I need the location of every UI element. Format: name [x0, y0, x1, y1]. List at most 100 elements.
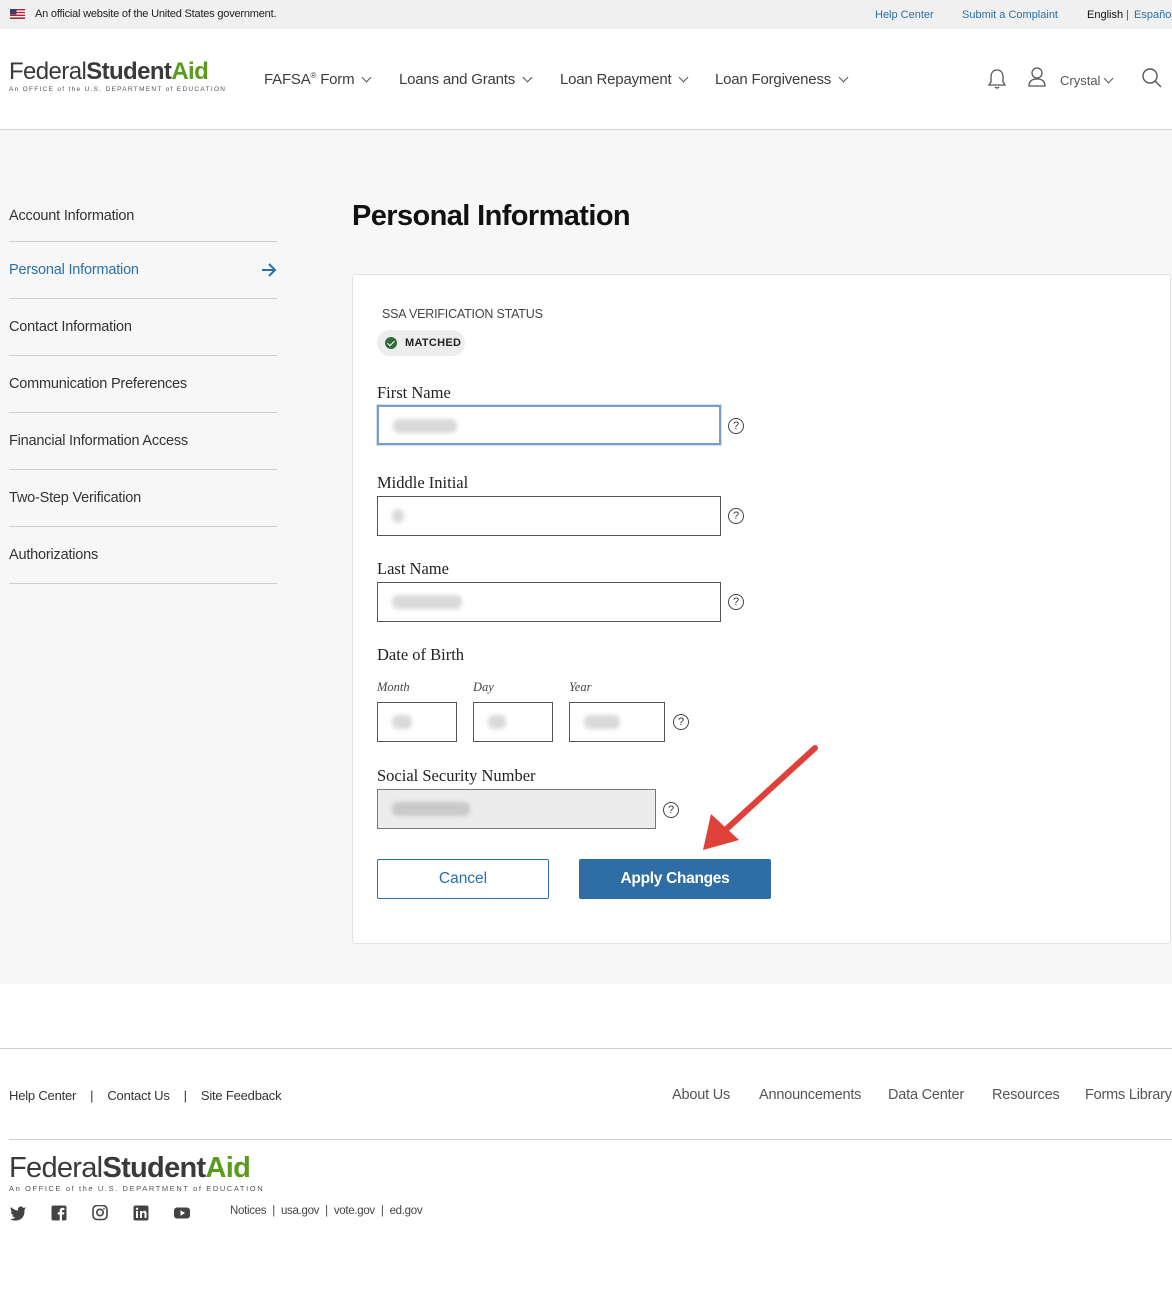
footer-usagov-link[interactable]: usa.gov: [281, 1205, 319, 1217]
first-name-label: First Name: [377, 383, 451, 402]
registered-mark: ®: [310, 71, 317, 80]
youtube-icon[interactable]: [173, 1205, 191, 1221]
dob-day-input[interactable]: [473, 702, 553, 742]
dob-year-input[interactable]: [569, 702, 665, 742]
sidenav-item-financial-information-access[interactable]: Financial Information Access: [9, 413, 277, 470]
sidenav-item-label: Communication Preferences: [9, 376, 187, 392]
sidenav-item-label: Personal Information: [9, 262, 139, 278]
submit-complaint-link[interactable]: Submit a Complaint: [962, 9, 1058, 21]
logo-aid: Aid: [205, 1152, 251, 1184]
sidenav-item-contact-information[interactable]: Contact Information: [9, 299, 277, 356]
footer-about-us-link[interactable]: About Us: [672, 1087, 730, 1103]
us-flag-icon: [10, 9, 25, 19]
footer-announcements-link[interactable]: Announcements: [759, 1087, 861, 1103]
search-icon[interactable]: [1141, 67, 1163, 89]
footer-divider: [9, 1139, 1172, 1140]
facebook-icon[interactable]: [50, 1205, 68, 1221]
dob-month-input[interactable]: [377, 702, 457, 742]
middle-initial-help-icon[interactable]: ?: [728, 508, 744, 524]
logo-federal: Federal: [9, 58, 87, 85]
ssn-input: [377, 789, 656, 829]
ssa-status-text: MATCHED: [405, 337, 462, 349]
federal-student-aid-logo[interactable]: FederalStudentAid An OFFICE of the U.S. …: [9, 58, 226, 94]
ssn-help-icon[interactable]: ?: [663, 802, 679, 818]
language-english-link[interactable]: English: [1087, 9, 1123, 21]
account-sidenav: Account Information Personal Information…: [9, 190, 277, 584]
apply-changes-button[interactable]: Apply Changes: [579, 859, 771, 899]
logo-student: Student: [102, 1152, 206, 1184]
footer-legal-links: Notices | usa.gov | vote.gov | ed.gov: [230, 1205, 423, 1217]
linkedin-icon[interactable]: [132, 1205, 150, 1221]
last-name-input[interactable]: [377, 582, 721, 622]
sidenav-item-label: Authorizations: [9, 547, 99, 563]
footer-data-center-link[interactable]: Data Center: [888, 1087, 964, 1103]
user-name: Crystal: [1060, 73, 1101, 88]
ssa-status-badge: MATCHED: [377, 330, 465, 356]
instagram-icon[interactable]: [91, 1205, 109, 1221]
sidenav-item-communication-preferences[interactable]: Communication Preferences: [9, 356, 277, 413]
footer-separator: |: [272, 1205, 275, 1217]
ssa-verification-label: SSA VERIFICATION STATUS: [382, 307, 543, 321]
nav-loan-repayment[interactable]: Loan Repayment: [560, 71, 689, 88]
footer-utility-links: Help Center | Contact Us | Site Feedback: [9, 1088, 282, 1103]
footer-federal-student-aid-logo[interactable]: FederalStudentAid An OFFICE of the U.S. …: [9, 1152, 265, 1194]
last-name-help-icon[interactable]: ?: [728, 594, 744, 610]
dob-help-icon[interactable]: ?: [673, 714, 689, 730]
check-circle-icon: [385, 337, 397, 349]
sidenav-item-label: Contact Information: [9, 319, 132, 335]
redacted-value: [392, 715, 412, 729]
footer-contact-us-link[interactable]: Contact Us: [107, 1088, 170, 1103]
sidenav-item-authorizations[interactable]: Authorizations: [9, 527, 277, 584]
bell-icon[interactable]: [987, 68, 1007, 90]
logo-subtitle: An OFFICE of the U.S. DEPARTMENT of EDUC…: [9, 1184, 265, 1193]
redacted-value: [488, 715, 506, 729]
chevron-down-icon: [679, 72, 689, 82]
footer-resources-link[interactable]: Resources: [992, 1087, 1060, 1103]
logo-federal: Federal: [9, 1152, 103, 1184]
first-name-help-icon[interactable]: ?: [728, 418, 744, 434]
footer-site-feedback-link[interactable]: Site Feedback: [201, 1088, 282, 1103]
date-of-birth-label: Date of Birth: [377, 645, 465, 664]
language-separator: |: [1126, 9, 1129, 21]
footer-notices-link[interactable]: Notices: [230, 1205, 267, 1217]
language-espanol-link[interactable]: Español: [1134, 9, 1172, 21]
sidenav-item-account-information[interactable]: Account Information: [9, 190, 277, 242]
chevron-down-icon: [522, 72, 533, 82]
annotation-arrow-icon: [703, 745, 818, 850]
nav-loan-forgiveness-label: Loan Forgiveness: [715, 71, 832, 88]
nav-loan-forgiveness[interactable]: Loan Forgiveness: [715, 71, 849, 88]
help-center-link[interactable]: Help Center: [875, 9, 934, 21]
footer-edgov-link[interactable]: ed.gov: [390, 1205, 423, 1217]
sidenav-item-personal-information[interactable]: Personal Information: [9, 242, 277, 299]
nav-fafsa-form[interactable]: FAFSA® Form: [264, 71, 372, 88]
footer-separator: |: [90, 1088, 94, 1103]
user-icon[interactable]: [1027, 66, 1047, 88]
chevron-down-icon: [361, 72, 372, 82]
main-content: Account Information Personal Information…: [0, 130, 1172, 984]
sidenav-item-label: Financial Information Access: [9, 433, 188, 449]
footer-separator: |: [325, 1205, 328, 1217]
dob-day-label: Day: [473, 680, 494, 694]
page-title: Personal Information: [352, 200, 631, 232]
nav-loans-grants-label: Loans and Grants: [399, 71, 516, 88]
dob-year-label: Year: [569, 680, 592, 694]
redacted-value: [392, 595, 462, 609]
user-menu[interactable]: Crystal: [1060, 73, 1114, 88]
footer-help-center-link[interactable]: Help Center: [9, 1088, 76, 1103]
middle-initial-label: Middle Initial: [377, 473, 469, 492]
middle-initial-input[interactable]: [377, 496, 721, 536]
logo-student: Student: [86, 58, 172, 85]
footer-votegov-link[interactable]: vote.gov: [334, 1205, 375, 1217]
twitter-icon[interactable]: [9, 1205, 27, 1221]
first-name-input[interactable]: [377, 405, 721, 445]
footer-forms-library-link[interactable]: Forms Library: [1085, 1087, 1172, 1103]
dob-month-label: Month: [377, 680, 410, 694]
sidenav-item-two-step-verification[interactable]: Two-Step Verification: [9, 470, 277, 527]
site-footer: Help Center | Contact Us | Site Feedback…: [0, 1048, 1172, 1313]
footer-separator: |: [380, 1205, 384, 1217]
cancel-button[interactable]: Cancel: [377, 859, 549, 899]
sidenav-item-label: Account Information: [9, 207, 135, 224]
site-header: FederalStudentAid An OFFICE of the U.S. …: [0, 29, 1172, 130]
redacted-value: [392, 509, 404, 523]
nav-loans-and-grants[interactable]: Loans and Grants: [399, 71, 533, 88]
